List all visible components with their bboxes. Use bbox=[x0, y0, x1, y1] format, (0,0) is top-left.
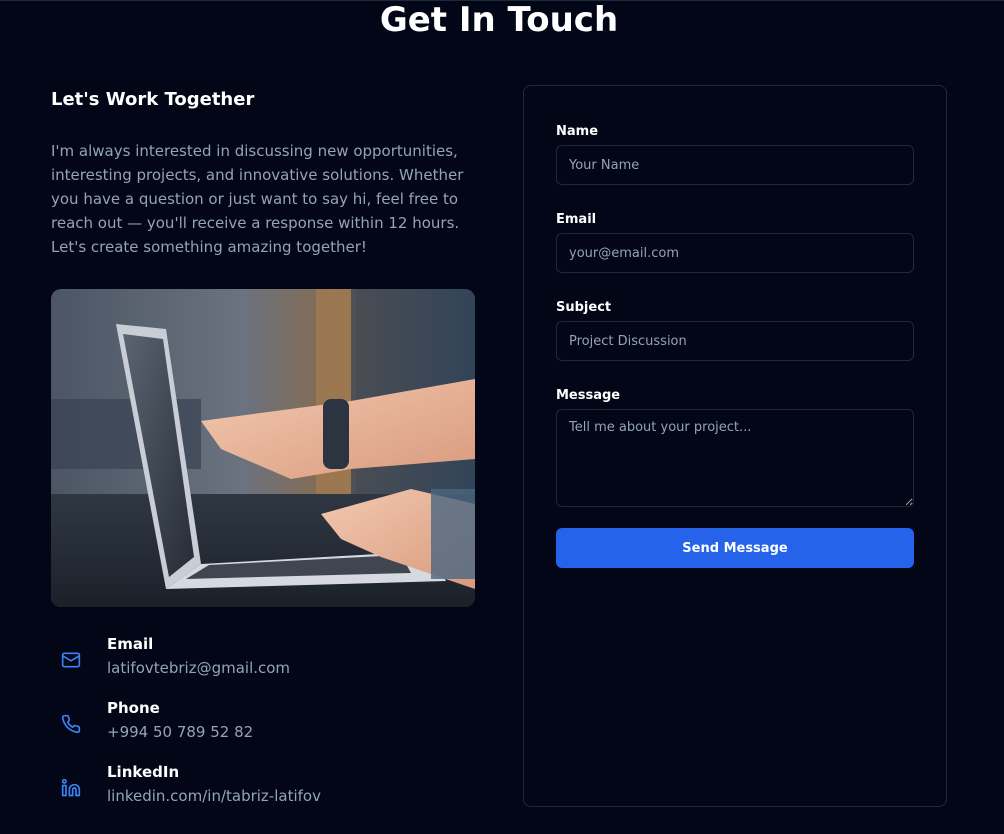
subject-field-group: Subject bbox=[556, 299, 914, 361]
section-heading: Let's Work Together bbox=[51, 89, 255, 110]
mail-icon bbox=[51, 640, 91, 680]
contact-item-phone[interactable]: Phone +994 50 789 52 82 bbox=[51, 696, 475, 760]
contact-text: Phone +994 50 789 52 82 bbox=[107, 696, 253, 744]
contact-label: LinkedIn bbox=[107, 763, 180, 781]
laptop-photo bbox=[51, 289, 475, 607]
contact-label: Email bbox=[107, 635, 154, 653]
subject-label: Subject bbox=[556, 300, 612, 315]
intro-section: Let's Work Together I'm always intereste… bbox=[51, 86, 475, 274]
contact-form: Name Email Subject Message Send Message bbox=[523, 85, 947, 807]
email-input[interactable] bbox=[556, 233, 914, 273]
contact-value: latifovtebriz@gmail.com bbox=[107, 659, 291, 677]
page-title: Get In Touch bbox=[379, 0, 619, 40]
send-message-button[interactable]: Send Message bbox=[556, 528, 914, 568]
linkedin-icon bbox=[51, 768, 91, 808]
contact-label: Phone bbox=[107, 699, 160, 717]
contact-value: linkedin.com/in/tabriz-latifov bbox=[107, 787, 321, 805]
name-input[interactable] bbox=[556, 145, 914, 185]
contact-text: Email latifovtebriz@gmail.com bbox=[107, 632, 290, 680]
contact-page: Get In Touch Let's Work Together I'm alw… bbox=[0, 0, 1004, 834]
phone-icon bbox=[51, 704, 91, 744]
email-field-group: Email bbox=[556, 211, 914, 273]
name-label: Name bbox=[556, 124, 599, 139]
contact-item-email[interactable]: Email latifovtebriz@gmail.com bbox=[51, 632, 475, 696]
message-field-group: Message bbox=[556, 387, 914, 511]
contact-value: +994 50 789 52 82 bbox=[107, 723, 254, 741]
message-textarea[interactable] bbox=[556, 409, 914, 507]
message-label: Message bbox=[556, 388, 621, 403]
contact-list: Email latifovtebriz@gmail.com Phone +994… bbox=[51, 632, 475, 824]
contact-text: LinkedIn linkedin.com/in/tabriz-latifov bbox=[107, 760, 321, 808]
subject-input[interactable] bbox=[556, 321, 914, 361]
name-field-group: Name bbox=[556, 123, 914, 185]
intro-paragraph: I'm always interested in discussing new … bbox=[51, 142, 464, 256]
contact-item-linkedin[interactable]: LinkedIn linkedin.com/in/tabriz-latifov bbox=[51, 760, 475, 824]
email-label: Email bbox=[556, 212, 597, 227]
